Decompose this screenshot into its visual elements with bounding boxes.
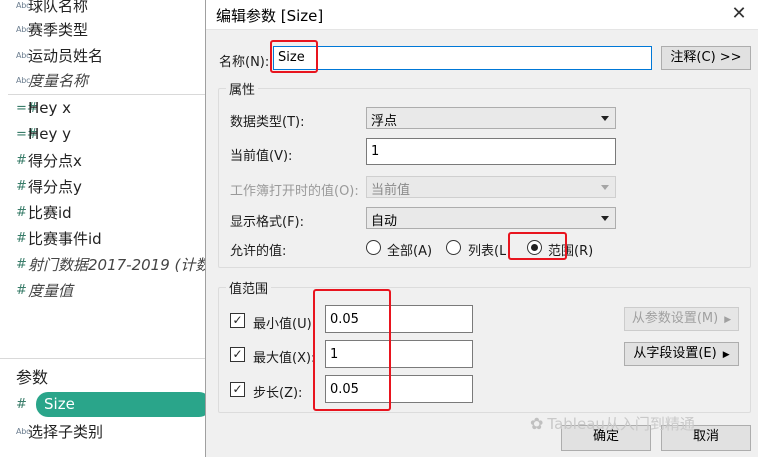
parameter-size-selected[interactable]: Size	[36, 392, 205, 417]
name-label: 名称(N):	[219, 55, 270, 70]
step-checkbox[interactable]: ✓	[230, 382, 245, 397]
data-type-value: 浮点	[371, 114, 398, 129]
parameter-item[interactable]: Abc 选择子类别	[0, 418, 205, 444]
field-item[interactable]: # 比赛事件id	[0, 225, 205, 251]
data-type-select[interactable]: 浮点	[366, 107, 616, 129]
field-item[interactable]: # 得分点y	[0, 173, 205, 199]
watermark: ✿ Tableau从入门到精通	[530, 413, 695, 434]
measure-type-icon: #	[16, 396, 27, 412]
field-label: 射门数据2017-2019 (计数)	[28, 255, 205, 274]
field-label: Hey x	[28, 99, 72, 117]
parameters-header: 参数	[16, 368, 49, 387]
range-group-title: 值范围	[226, 278, 272, 297]
from-field-label: 从字段设置(E)	[633, 346, 717, 361]
min-checkbox[interactable]: ✓	[230, 313, 245, 328]
radio-list-label: 列表(L)	[468, 244, 506, 259]
wechat-icon: ✿	[530, 414, 544, 433]
name-input[interactable]: Size	[273, 46, 652, 70]
field-item[interactable]: # 射门数据2017-2019 (计数)	[0, 251, 205, 277]
measure-type-icon: #	[16, 152, 27, 168]
field-label: 球队名称	[28, 0, 89, 15]
pane-divider	[0, 358, 205, 359]
comment-button[interactable]: 注释(C) >>	[661, 46, 751, 70]
radio-all-label: 全部(A)	[387, 244, 433, 259]
step-label: 步长(Z):	[253, 386, 303, 401]
chevron-down-icon	[601, 116, 609, 121]
string-type-icon: Abc	[16, 50, 31, 60]
current-value-label: 当前值(V):	[230, 149, 293, 164]
measure-type-icon: =#	[16, 126, 38, 142]
string-type-icon: Abc	[16, 426, 31, 436]
workbook-open-select: 当前值	[366, 176, 616, 198]
chevron-right-icon: ▶	[724, 315, 732, 325]
radio-range[interactable]	[527, 240, 542, 255]
measure-type-icon: #	[16, 282, 27, 298]
dialog-title: 编辑参数 [Size]	[216, 7, 324, 25]
field-label: 运动员姓名	[28, 46, 104, 65]
close-icon[interactable]: ✕	[727, 2, 751, 26]
properties-group-title: 属性	[226, 79, 259, 98]
field-label: 度量值	[28, 281, 74, 300]
radio-list[interactable]	[446, 240, 461, 255]
measure-type-icon: =#	[16, 100, 38, 116]
from-field-button[interactable]: 从字段设置(E) ▶	[624, 342, 739, 366]
field-label: 得分点y	[28, 177, 82, 196]
field-label: 比赛事件id	[28, 229, 102, 248]
field-label: 比赛id	[28, 203, 72, 222]
chevron-right-icon: ▶	[722, 350, 730, 360]
measure-type-icon: #	[16, 204, 27, 220]
chevron-down-icon	[601, 185, 609, 190]
min-label: 最小值(U):	[253, 317, 317, 332]
workbook-open-label: 工作簿打开时的值(O):	[230, 184, 359, 199]
field-item[interactable]: # 度量值	[0, 277, 205, 303]
string-type-icon: Abc	[16, 24, 31, 34]
field-label: 赛季类型	[28, 20, 89, 39]
data-pane: Abc 球队名称 Abc 赛季类型 Abc 运动员姓名 Abc 度量名称 =# …	[0, 0, 205, 457]
max-label: 最大值(X):	[253, 351, 316, 366]
workbook-open-value: 当前值	[371, 183, 411, 198]
measure-type-icon: #	[16, 178, 27, 194]
edit-parameter-dialog: 编辑参数 [Size] ✕ 名称(N): Size 注释(C) >> 属性 数据…	[205, 0, 758, 457]
max-value-input[interactable]: 1	[325, 340, 473, 368]
field-item[interactable]: =# Hey x	[0, 95, 205, 121]
field-label: 得分点x	[28, 151, 82, 170]
from-parameter-button: 从参数设置(M) ▶	[624, 307, 739, 331]
string-type-icon: Abc	[16, 0, 31, 10]
dialog-title-bar: 编辑参数 [Size] ✕	[206, 0, 758, 30]
field-item[interactable]: =# Hey y	[0, 121, 205, 147]
display-format-select[interactable]: 自动	[366, 207, 616, 229]
field-label: 选择子类别	[28, 422, 104, 441]
display-format-value: 自动	[371, 214, 398, 229]
field-item[interactable]: Abc 赛季类型	[0, 16, 205, 42]
field-item[interactable]: # 比赛id	[0, 199, 205, 225]
max-checkbox[interactable]: ✓	[230, 347, 245, 362]
radio-all[interactable]	[366, 240, 381, 255]
step-value-input[interactable]: 0.05	[325, 375, 473, 403]
data-type-label: 数据类型(T):	[230, 115, 305, 130]
watermark-text: Tableau从入门到精通	[547, 415, 695, 433]
allowed-values-label: 允许的值:	[230, 244, 287, 259]
field-label: 度量名称	[28, 71, 89, 90]
min-value-input[interactable]: 0.05	[325, 305, 473, 333]
measure-type-icon: #	[16, 256, 27, 272]
current-value-input[interactable]: 1	[366, 138, 616, 165]
field-label: Hey y	[28, 125, 72, 143]
radio-range-label: 范围(R)	[548, 244, 594, 259]
field-item[interactable]: Abc 运动员姓名	[0, 42, 205, 68]
from-parameter-label: 从参数设置(M)	[631, 311, 719, 326]
field-item[interactable]: Abc 度量名称	[0, 67, 205, 93]
chevron-down-icon	[601, 216, 609, 221]
measure-type-icon: #	[16, 230, 27, 246]
field-item[interactable]: # 得分点x	[0, 147, 205, 173]
display-format-label: 显示格式(F):	[230, 215, 305, 230]
string-type-icon: Abc	[16, 75, 31, 85]
